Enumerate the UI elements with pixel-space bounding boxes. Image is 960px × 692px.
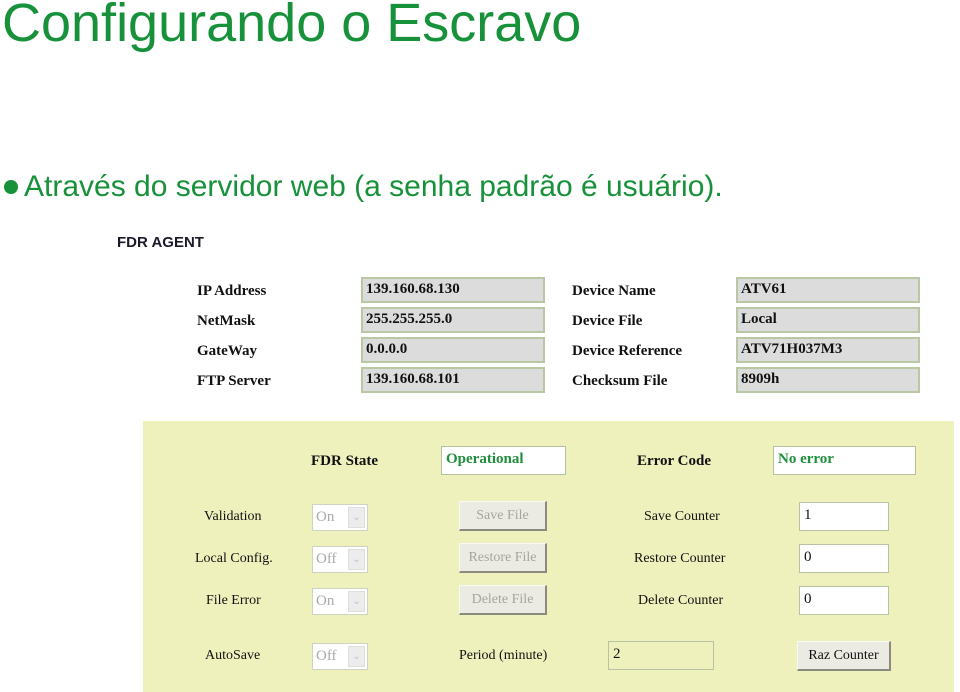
file-error-select[interactable]: On ⌄ — [312, 588, 368, 615]
restore-file-button[interactable]: Restore File — [459, 543, 547, 573]
chevron-down-icon[interactable]: ⌄ — [348, 507, 365, 528]
delete-counter-label: Delete Counter — [638, 593, 724, 608]
checksum-file-value: 8909h — [736, 367, 920, 393]
delete-file-button[interactable]: Delete File — [459, 585, 547, 615]
device-reference-value: ATV71H037M3 — [736, 337, 920, 363]
ftp-server-value: 139.160.68.101 — [361, 367, 545, 393]
slide-title: Configurando o Escravo — [2, 0, 582, 53]
bullet-icon — [4, 180, 18, 194]
period-field[interactable]: 2 — [608, 641, 714, 670]
save-counter-field[interactable]: 1 — [799, 502, 889, 531]
device-file-label: Device File — [572, 313, 643, 329]
device-file-value: Local — [736, 307, 920, 333]
validation-select-value: On — [316, 509, 335, 525]
gateway-value: 0.0.0.0 — [361, 337, 545, 363]
file-error-label: File Error — [206, 593, 261, 608]
chevron-down-icon[interactable]: ⌄ — [348, 646, 365, 667]
autosave-select-value: Off — [316, 648, 337, 664]
period-label: Period (minute) — [459, 648, 548, 663]
file-error-select-value: On — [316, 593, 335, 609]
validation-label: Validation — [204, 509, 262, 524]
delete-counter-field[interactable]: 0 — [799, 586, 889, 615]
ip-address-value: 139.160.68.130 — [361, 277, 545, 303]
local-config-select-value: Off — [316, 551, 337, 567]
ftp-server-label: FTP Server — [197, 373, 271, 389]
validation-select[interactable]: On ⌄ — [312, 504, 368, 531]
local-config-select[interactable]: Off ⌄ — [312, 546, 368, 573]
netmask-value: 255.255.255.0 — [361, 307, 545, 333]
device-name-label: Device Name — [572, 283, 656, 299]
fdr-state-value: Operational — [441, 446, 566, 475]
fdr-control-panel: FDR State Operational Error Code No erro… — [143, 421, 954, 692]
netmask-label: NetMask — [197, 313, 256, 329]
raz-counter-button[interactable]: Raz Counter — [797, 641, 891, 671]
ip-address-label: IP Address — [197, 283, 267, 299]
local-config-label: Local Config. — [195, 551, 273, 566]
gateway-label: GateWay — [197, 343, 257, 359]
error-code-label: Error Code — [637, 453, 712, 469]
agent-title: FDR AGENT — [117, 234, 204, 251]
save-counter-label: Save Counter — [644, 509, 720, 524]
bullet-text: Através do servidor web (a senha padrão … — [24, 170, 723, 203]
chevron-down-icon[interactable]: ⌄ — [348, 591, 365, 612]
save-file-button[interactable]: Save File — [459, 501, 547, 531]
device-reference-label: Device Reference — [572, 343, 683, 359]
autosave-select[interactable]: Off ⌄ — [312, 643, 368, 670]
bullet-item: Através do servidor web (a senha padrão … — [2, 170, 723, 204]
autosave-label: AutoSave — [205, 648, 261, 663]
device-name-value: ATV61 — [736, 277, 920, 303]
fdr-state-label: FDR State — [311, 453, 379, 469]
checksum-file-label: Checksum File — [572, 373, 668, 389]
restore-counter-label: Restore Counter — [634, 551, 726, 566]
error-code-value: No error — [773, 446, 916, 475]
restore-counter-field[interactable]: 0 — [799, 544, 889, 573]
chevron-down-icon[interactable]: ⌄ — [348, 549, 365, 570]
